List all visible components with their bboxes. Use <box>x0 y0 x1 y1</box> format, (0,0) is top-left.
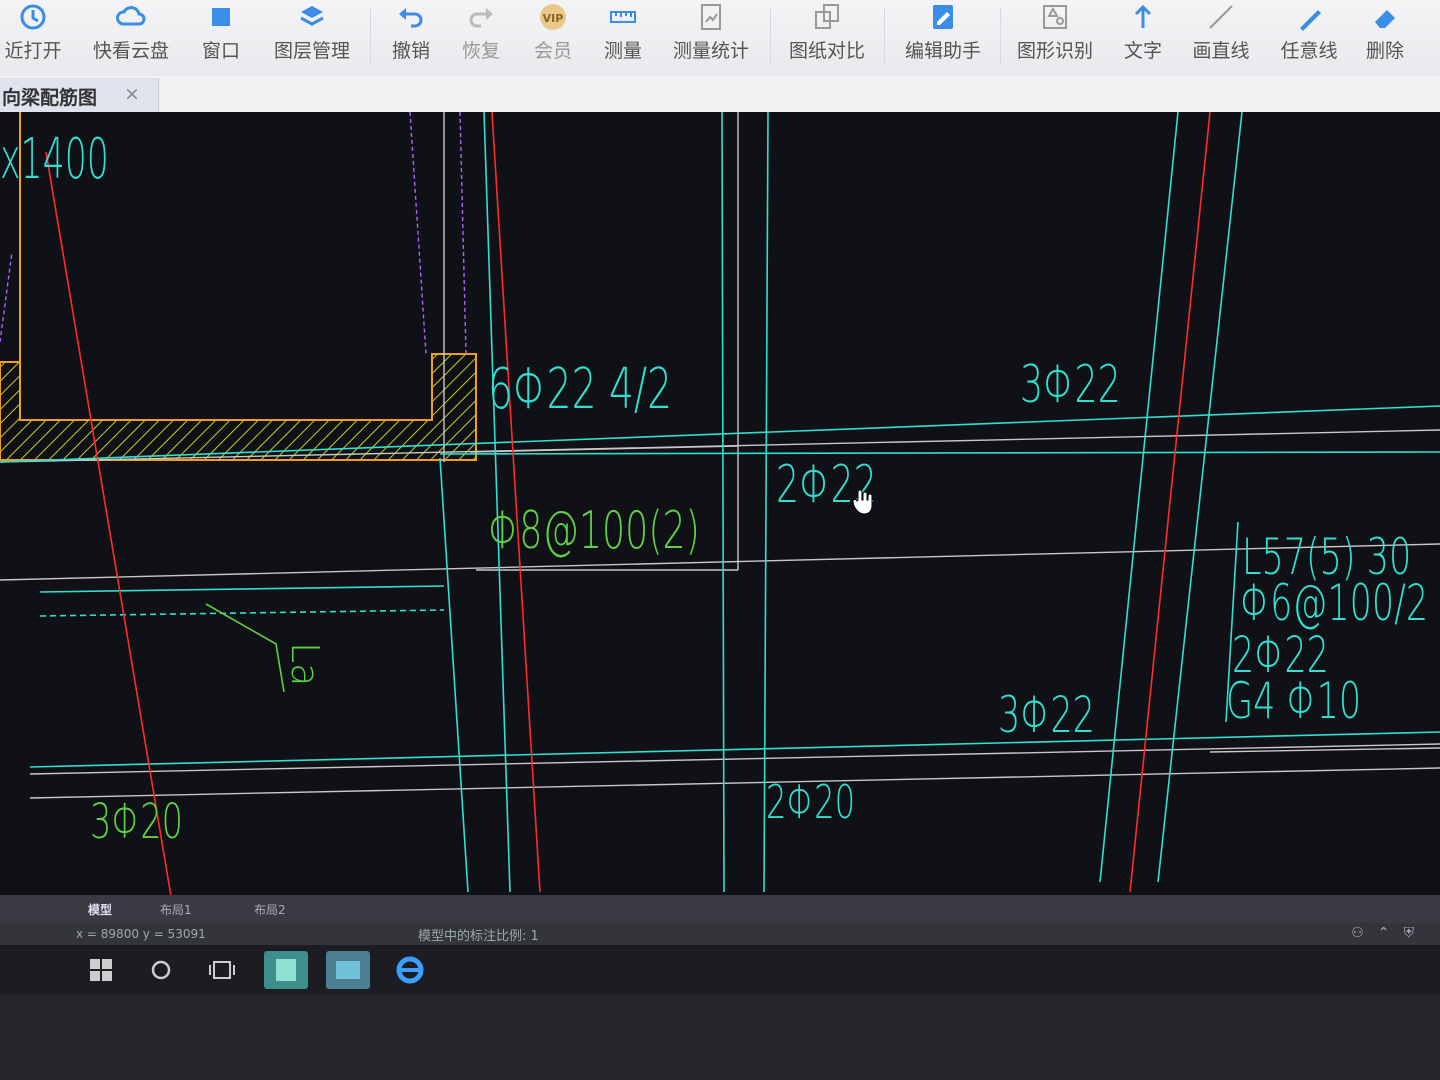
taskbar-app-browser[interactable] <box>388 951 432 989</box>
app-icon <box>336 961 360 979</box>
rebar-bottom-left-text: 3Φ20 <box>90 794 183 850</box>
redo-icon <box>469 8 493 28</box>
monitor-bezel <box>0 995 1440 1080</box>
clock-icon <box>20 4 46 30</box>
text-icon <box>1134 4 1152 28</box>
la-leader <box>205 603 285 693</box>
drawing-compare-button[interactable]: 图纸对比 <box>784 0 870 76</box>
redo-button[interactable]: 恢复 <box>456 0 506 76</box>
cloud-disk-button[interactable]: 快看云盘 <box>86 0 176 76</box>
window-icon <box>212 8 230 26</box>
cloud-icon <box>116 6 146 26</box>
search-circle-icon[interactable] <box>150 959 172 981</box>
dim-top-text: x1400 <box>0 126 109 191</box>
vip-badge-text: VIP <box>543 12 564 25</box>
layers-icon <box>300 6 324 26</box>
eraser-icon <box>1375 10 1395 28</box>
tab-layout-1[interactable]: 布局1 <box>160 901 192 918</box>
tab-layout-2[interactable]: 布局2 <box>254 901 286 918</box>
freehand-tool-button[interactable]: 任意线 <box>1276 0 1342 76</box>
edit-assistant-icon <box>933 5 953 29</box>
taskbar-app-drawing[interactable] <box>326 951 370 989</box>
recent-open-label: 近打开 <box>4 40 62 62</box>
toolbar-divider <box>370 8 371 64</box>
main-toolbar: 近打开 快看云盘 窗口 图层管理 撤销 恢复 VIP 会员 测量 测量统计 图纸… <box>0 0 1440 77</box>
cad-drawing: x1400 6Φ22 4/2 3Φ22 2Φ22 Φ8@100(2) La 3Φ… <box>0 112 1440 902</box>
layer-manager-label: 图层管理 <box>273 40 350 62</box>
undo-button[interactable]: 撤销 <box>386 0 436 76</box>
freehand-tool-label: 任意线 <box>1280 40 1338 62</box>
rebar-top-left-text: 6Φ22 4/2 <box>488 357 672 422</box>
tray-icons: ⚇⌃⛨ <box>1351 925 1428 941</box>
line-icon <box>1209 5 1233 29</box>
axis-lines <box>0 112 1440 893</box>
delete-button[interactable]: 删除 <box>1360 0 1410 76</box>
measure-button[interactable]: 测量 <box>598 0 648 76</box>
windows-start-icon[interactable] <box>90 959 112 981</box>
window-button[interactable]: 窗口 <box>196 0 246 76</box>
line-tool-button[interactable]: 画直线 <box>1188 0 1254 76</box>
app-icon <box>276 959 296 981</box>
internet-explorer-icon <box>396 956 424 984</box>
undo-label: 撤销 <box>391 40 430 62</box>
toolbar-divider <box>770 8 771 64</box>
cloud-disk-label: 快看云盘 <box>92 40 169 62</box>
people-icon[interactable]: ⚇ <box>1351 925 1378 941</box>
shape-recognition-icon <box>1043 5 1067 29</box>
toolbar-divider <box>884 8 885 64</box>
drawing-canvas[interactable]: x1400 6Φ22 4/2 3Φ22 2Φ22 Φ8@100(2) La 3Φ… <box>0 112 1440 902</box>
annotation-texts: x1400 6Φ22 4/2 3Φ22 2Φ22 Φ8@100(2) La 3Φ… <box>0 126 1428 849</box>
taskbar <box>0 945 1440 995</box>
edit-assistant-button[interactable]: 编辑助手 <box>900 0 986 76</box>
shield-icon[interactable]: ⛨ <box>1404 925 1429 941</box>
annotation-scale-label: 模型中的标注比例: 1 <box>418 929 539 944</box>
line-tool-label: 画直线 <box>1192 40 1250 62</box>
shape-recognition-button[interactable]: 图形识别 <box>1012 0 1098 76</box>
document-tab-label: 向梁配筋图 <box>2 87 98 109</box>
measure-label: 测量 <box>603 40 642 62</box>
measure-stats-button[interactable]: 测量统计 <box>668 0 754 76</box>
redo-label: 恢复 <box>461 40 500 62</box>
la-text: La <box>283 642 327 686</box>
tab-model[interactable]: 模型 <box>88 901 112 918</box>
ruler-icon <box>610 11 636 23</box>
drawing-compare-label: 图纸对比 <box>788 40 865 62</box>
undo-icon <box>399 8 423 28</box>
vip-button[interactable]: VIP 会员 <box>528 0 578 76</box>
coordinate-readout: x = 89800 y = 53091 <box>76 927 206 941</box>
edit-assistant-label: 编辑助手 <box>904 40 981 62</box>
layout-tab-bar: 模型 布局1 布局2 <box>0 895 1440 923</box>
document-tab[interactable]: 向梁配筋图 × <box>0 78 159 112</box>
status-bar: x = 89800 y = 53091 模型中的标注比例: 1 ⚇⌃⛨ <box>0 923 1440 945</box>
delete-label: 删除 <box>1365 40 1404 62</box>
measure-stats-label: 测量统计 <box>672 40 749 62</box>
text-tool-label: 文字 <box>1123 40 1162 62</box>
vip-label: 会员 <box>533 40 572 62</box>
task-view-icon[interactable] <box>208 959 236 981</box>
measure-stats-icon <box>701 4 721 30</box>
recent-open-button[interactable]: 近打开 <box>0 0 66 76</box>
chevron-up-icon[interactable]: ⌃ <box>1378 925 1404 941</box>
shape-recognition-label: 图形识别 <box>1016 40 1093 62</box>
toolbar-divider <box>1000 8 1001 64</box>
rebar-bottom-right-text: 3Φ22 <box>998 687 1095 745</box>
beam-l57-line2: Φ6@100/2 <box>1240 575 1428 633</box>
document-tab-strip: 向梁配筋图 × <box>0 76 1440 112</box>
rebar-top-right-text: 3Φ22 <box>1020 353 1121 414</box>
stirrup-text: Φ8@100(2) <box>488 499 700 560</box>
taskbar-app-cad-viewer[interactable] <box>264 951 308 989</box>
layer-manager-button[interactable]: 图层管理 <box>268 0 356 76</box>
vip-icon: VIP <box>540 4 566 30</box>
rebar-bottom-mid-text: 2Φ20 <box>766 776 855 829</box>
text-tool-button[interactable]: 文字 <box>1118 0 1168 76</box>
beam-l57-line4: G4 Φ10 <box>1226 673 1361 731</box>
compare-icon <box>815 4 839 29</box>
freehand-icon <box>1300 10 1321 31</box>
close-icon[interactable]: × <box>124 83 140 105</box>
window-label: 窗口 <box>201 40 240 62</box>
